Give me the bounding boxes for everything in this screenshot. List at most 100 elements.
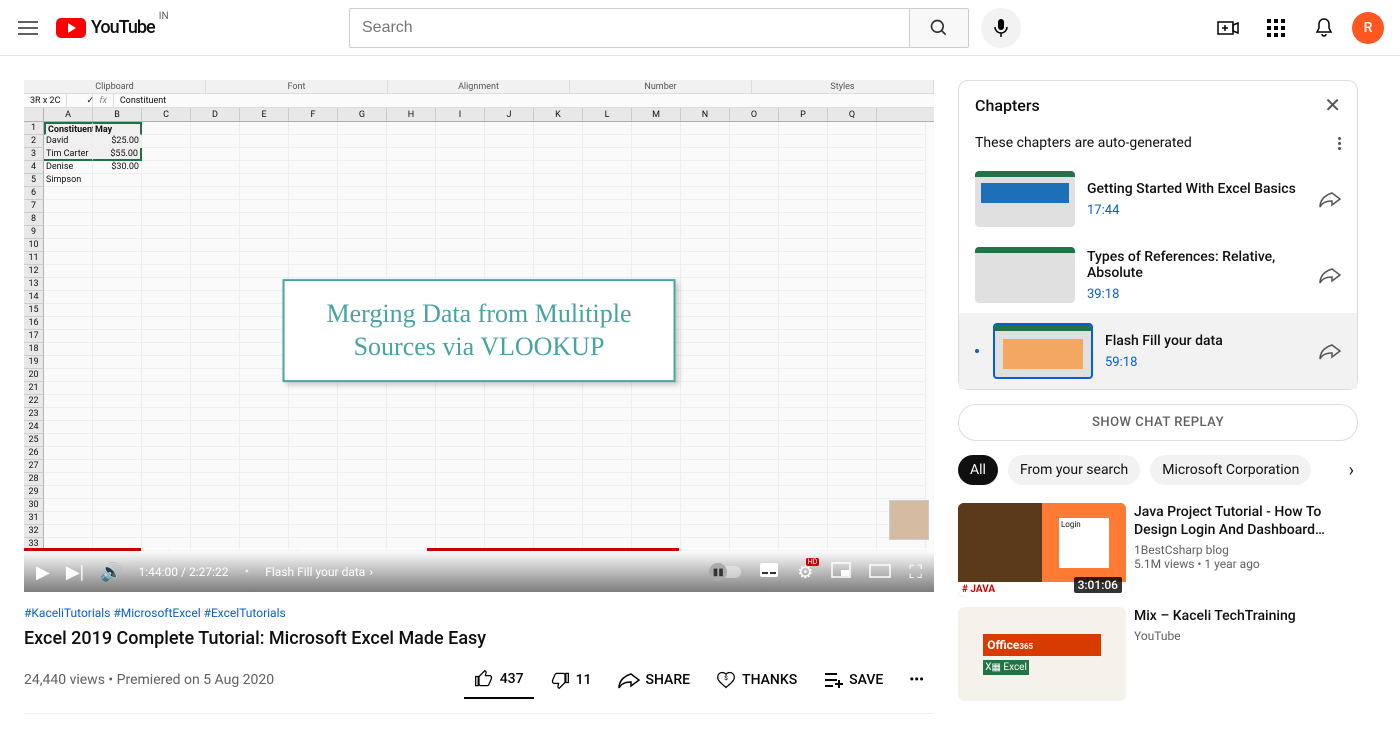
search-box xyxy=(349,8,969,48)
more-actions-button[interactable]: ••• xyxy=(899,664,934,696)
chapter-item[interactable]: Getting Started With Excel Basics 17:44 xyxy=(959,161,1357,237)
bell-icon xyxy=(1314,17,1334,39)
main-content: Clipboard Font Alignment Number Styles 3… xyxy=(0,56,1400,738)
search-button[interactable] xyxy=(909,8,969,48)
chapters-subtitle: These chapters are auto-generated xyxy=(975,135,1192,151)
primary-column: Clipboard Font Alignment Number Styles 3… xyxy=(24,80,934,714)
volume-button[interactable]: 🔊 xyxy=(100,562,122,583)
ribbon-styles: Styles xyxy=(752,80,934,93)
save-button[interactable]: SAVE xyxy=(813,663,893,697)
column-headers: ABCDEFGHIJKLMNOPQ xyxy=(24,108,934,122)
recommendation-meta: 5.1M views • 1 year ago xyxy=(1134,557,1358,571)
chapter-item[interactable]: Flash Fill your data 59:18 xyxy=(959,313,1357,389)
thumbs-down-icon xyxy=(550,670,570,690)
chapter-title: Getting Started With Excel Basics xyxy=(1087,181,1307,197)
recommendation-title: Java Project Tutorial - How To Design Lo… xyxy=(1134,503,1358,539)
chapter-title: Flash Fill your data xyxy=(1105,333,1307,349)
current-chapter-label[interactable]: Flash Fill your data › xyxy=(265,565,373,579)
formula-content: Constituent xyxy=(114,94,172,108)
chapter-item[interactable]: Types of References: Relative, Absolute … xyxy=(959,237,1357,313)
recommendation-thumbnail: Office365X▦ Excel xyxy=(958,607,1126,701)
country-code: IN xyxy=(159,11,169,22)
name-box: 3R x 2C xyxy=(24,94,67,108)
avatar[interactable]: R xyxy=(1352,12,1384,44)
chapter-title: Types of References: Relative, Absolute xyxy=(1087,249,1307,281)
active-chapter-dot xyxy=(975,349,979,353)
logo-text: YouTube xyxy=(91,17,155,38)
chapters-panel: Chapters ✕ These chapters are auto-gener… xyxy=(958,80,1358,390)
apps-button[interactable] xyxy=(1256,8,1296,48)
masthead: YouTube IN R xyxy=(0,0,1400,56)
video-tags[interactable]: #KaceliTutorials #MicrosoftExcel #ExcelT… xyxy=(24,606,934,620)
thumbs-up-icon xyxy=(474,669,494,689)
theater-button[interactable] xyxy=(869,562,891,583)
chapter-share-icon[interactable] xyxy=(1319,190,1341,208)
like-button[interactable]: 437 xyxy=(464,661,534,699)
chip-microsoft[interactable]: Microsoft Corporation xyxy=(1150,455,1311,485)
chip-from-search[interactable]: From your search xyxy=(1008,455,1140,485)
chapter-share-icon[interactable] xyxy=(1319,266,1341,284)
notifications-button[interactable] xyxy=(1304,8,1344,48)
search-icon xyxy=(929,18,949,38)
ribbon-font: Font xyxy=(206,80,388,93)
presenter-webcam xyxy=(889,500,929,540)
excel-reference-bar: 3R x 2C ✓fx Constituent xyxy=(24,94,934,108)
chapter-share-icon[interactable] xyxy=(1319,342,1341,360)
views-date: 24,440 views • Premiered on 5 Aug 2020 xyxy=(24,672,274,688)
share-button[interactable]: SHARE xyxy=(608,663,701,697)
secondary-column: Chapters ✕ These chapters are auto-gener… xyxy=(958,80,1358,714)
close-chapters-button[interactable]: ✕ xyxy=(1324,93,1341,117)
recommended-video[interactable]: Login # JAVA 3:01:06 Java Project Tutori… xyxy=(958,503,1358,597)
action-bar: 437 11 SHARE $THANKS SAVE ••• xyxy=(464,661,934,699)
video-meta-row: 24,440 views • Premiered on 5 Aug 2020 4… xyxy=(24,661,934,714)
create-icon xyxy=(1217,20,1239,36)
microphone-icon xyxy=(993,18,1009,38)
miniplayer-button[interactable] xyxy=(831,562,851,583)
video-title: Excel 2019 Complete Tutorial: Microsoft … xyxy=(24,628,934,649)
save-icon xyxy=(823,671,843,689)
excel-ribbon: Clipboard Font Alignment Number Styles xyxy=(24,80,934,94)
ribbon-number: Number xyxy=(570,80,752,93)
recommendation-channel: YouTube xyxy=(1134,629,1358,643)
svg-text:$: $ xyxy=(724,674,728,682)
captions-button[interactable] xyxy=(759,562,779,583)
guide-menu-button[interactable] xyxy=(16,16,40,40)
apps-grid-icon xyxy=(1267,19,1285,37)
voice-search-button[interactable] xyxy=(981,8,1021,48)
chapters-heading: Chapters xyxy=(975,96,1324,115)
player-controls: ▶ ▶| 🔊 1:44:00 / 2:27:22 • Flash Fill yo… xyxy=(24,552,934,592)
chapter-timestamp: 59:18 xyxy=(1105,355,1307,370)
youtube-play-icon xyxy=(56,18,86,38)
search-input[interactable] xyxy=(349,8,909,48)
fullscreen-button[interactable]: ⛶ xyxy=(909,562,922,583)
share-icon xyxy=(618,671,640,689)
chips-next-button[interactable]: › xyxy=(1345,456,1358,485)
header-center xyxy=(186,8,1184,48)
video-player[interactable]: Clipboard Font Alignment Number Styles 3… xyxy=(24,80,934,592)
recommendation-channel: 1BestCsharp blog xyxy=(1134,543,1358,557)
filter-chips: All From your search Microsoft Corporati… xyxy=(958,455,1358,485)
youtube-logo[interactable]: YouTube IN xyxy=(56,17,155,38)
right-controls: ▮▮ ⚙HD ⛶ xyxy=(711,562,922,583)
dislike-button[interactable]: 11 xyxy=(540,662,602,698)
thanks-icon: $ xyxy=(716,670,736,690)
recommendation-thumbnail: Login # JAVA 3:01:06 xyxy=(958,503,1126,597)
chapters-more-button[interactable] xyxy=(1338,137,1341,150)
create-button[interactable] xyxy=(1208,8,1248,48)
next-button[interactable]: ▶| xyxy=(66,562,84,583)
duration-badge: 3:01:06 xyxy=(1074,577,1122,593)
autoplay-toggle[interactable]: ▮▮ xyxy=(711,566,741,578)
play-button[interactable]: ▶ xyxy=(36,562,50,583)
chapter-thumbnail xyxy=(975,247,1075,303)
chip-all[interactable]: All xyxy=(958,455,998,485)
ribbon-alignment: Alignment xyxy=(388,80,570,93)
recommended-video[interactable]: Office365X▦ Excel Mix – Kaceli TechTrain… xyxy=(958,607,1358,701)
chapter-thumbnail xyxy=(993,323,1093,379)
ribbon-clipboard: Clipboard xyxy=(24,80,206,93)
video-title-overlay: Merging Data from MulitipleSources via V… xyxy=(283,279,676,383)
thanks-button[interactable]: $THANKS xyxy=(706,662,807,698)
show-chat-replay-button[interactable]: SHOW CHAT REPLAY xyxy=(958,404,1358,441)
settings-button[interactable]: ⚙HD xyxy=(797,562,813,583)
chapter-timestamp: 39:18 xyxy=(1087,287,1307,302)
recommendation-title: Mix – Kaceli TechTraining xyxy=(1134,607,1358,625)
